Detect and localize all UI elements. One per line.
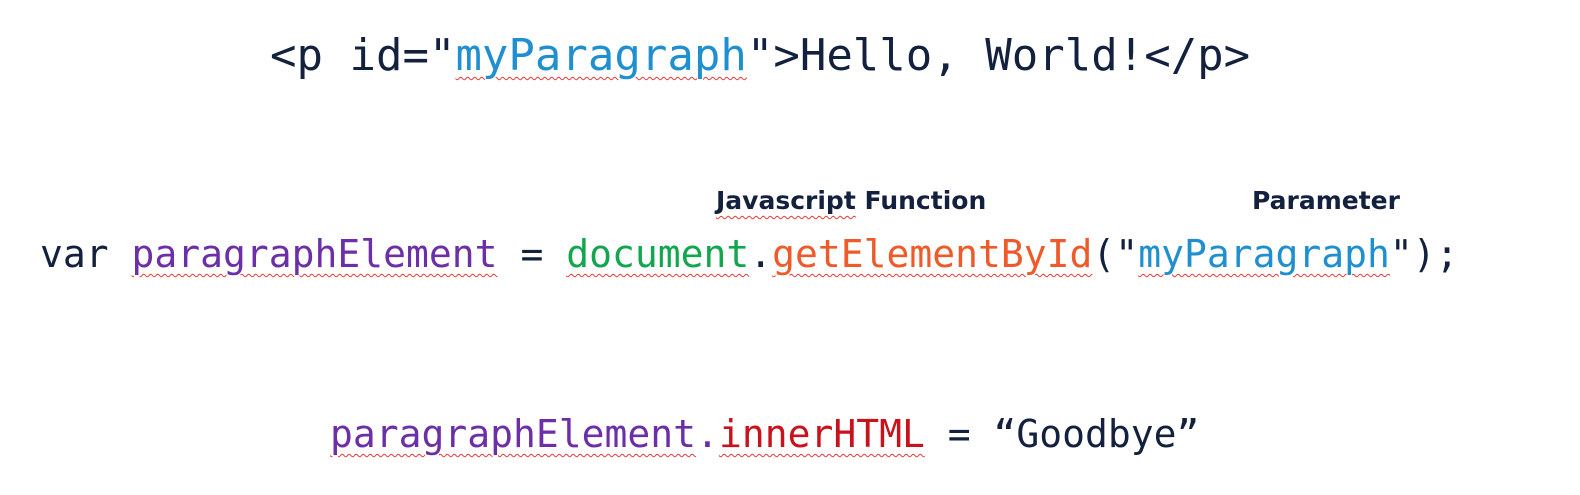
member-dot: . xyxy=(696,412,719,456)
close-quote-paren: "); xyxy=(1389,232,1459,276)
open-tag-end: "> xyxy=(746,30,800,81)
variable-name: paragraphElement xyxy=(131,232,498,276)
open-paren-quote: (" xyxy=(1092,232,1139,276)
var-keyword: var xyxy=(40,232,132,276)
javascript-function-label: Javascript Function xyxy=(716,186,986,215)
member-dot: . xyxy=(749,232,773,276)
parameter-label: Parameter xyxy=(1252,186,1400,215)
property-name: innerHTML xyxy=(718,412,925,456)
assign-operator: = xyxy=(497,232,567,276)
method-name: getElementById xyxy=(772,232,1093,276)
open-tag-start: <p id=" xyxy=(270,30,456,81)
document-object: document xyxy=(566,232,750,276)
close-tag: </p> xyxy=(1144,30,1251,81)
get-element-code-line: var paragraphElement = document.getEleme… xyxy=(40,232,1459,276)
paragraph-text: Hello, World! xyxy=(799,30,1145,81)
inner-html-code-line: paragraphElement.innerHTML = “Goodbye” xyxy=(330,412,1199,456)
id-attribute-value: myParagraph xyxy=(455,30,747,81)
argument-value: myParagraph xyxy=(1138,232,1390,276)
function-word: Function xyxy=(855,186,987,215)
assign-operator: = xyxy=(924,412,994,456)
html-paragraph-code-line: <p id="myParagraph">Hello, World!</p> xyxy=(270,30,1250,81)
assigned-value: “Goodbye” xyxy=(993,412,1200,456)
javascript-word: Javascript xyxy=(716,186,856,215)
variable-reference: paragraphElement xyxy=(330,412,697,456)
